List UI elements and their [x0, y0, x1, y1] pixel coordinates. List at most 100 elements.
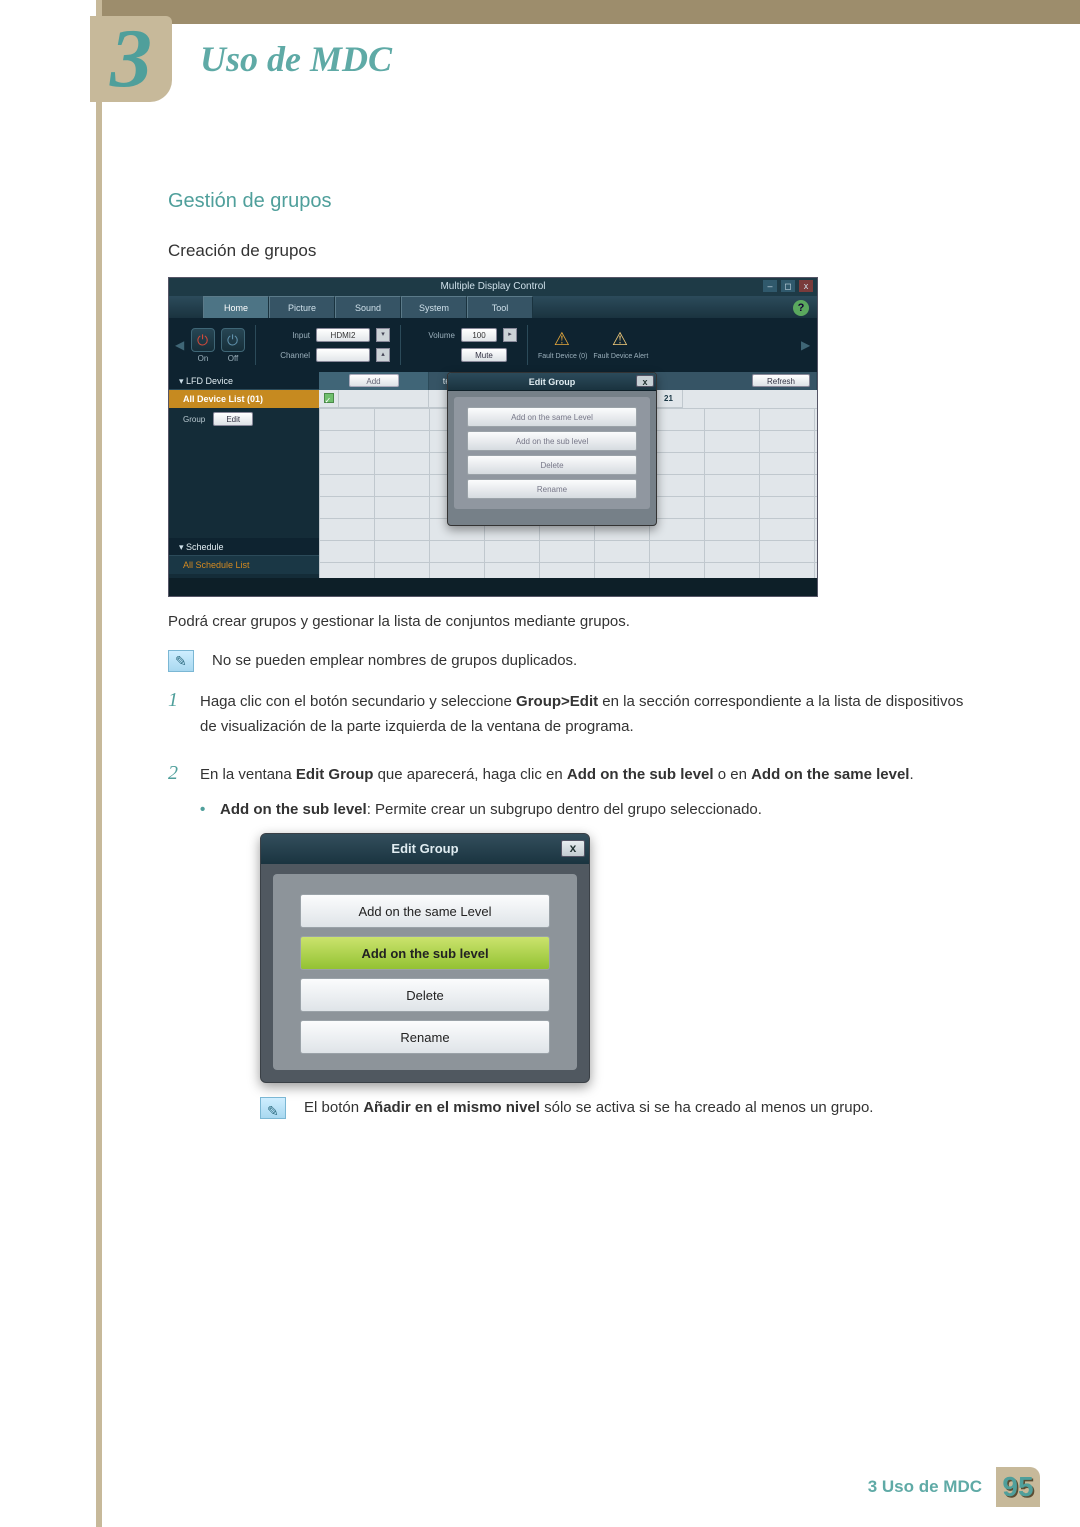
heading-3: Creación de grupos [168, 241, 968, 261]
popup-title: Edit Group x [448, 373, 656, 391]
nav-left-icon[interactable]: ◀ [175, 338, 185, 352]
tab-row: Home Picture Sound System Tool [169, 296, 817, 318]
text: . [909, 766, 913, 783]
group-label: Group [183, 415, 205, 424]
footer-text: 3 Uso de MDC [868, 1477, 982, 1497]
content-area: Gestión de grupos Creación de grupos Mul… [168, 190, 968, 1141]
step-1-body: Haga clic con el botón secundario y sele… [200, 689, 968, 740]
popup-add-same-level[interactable]: Add on the same Level [467, 407, 637, 427]
input-dropdown-icon[interactable]: ▾ [376, 328, 390, 342]
popup-delete[interactable]: Delete [467, 455, 637, 475]
popup-title-text: Edit Group [529, 377, 576, 387]
bold-text: Add on the same level [751, 766, 909, 783]
minimize-button[interactable]: – [763, 280, 777, 292]
fault-device-count[interactable]: Fault Device (0) [538, 331, 587, 360]
dialog-add-same-level[interactable]: Add on the same Level [300, 894, 550, 928]
help-icon[interactable]: ? [793, 300, 809, 316]
add-column: Add [319, 372, 429, 390]
bold-text: Add on the sub level [567, 766, 714, 783]
tab-tool[interactable]: Tool [467, 296, 533, 318]
bold-text: Group>Edit [516, 693, 598, 710]
dialog-body: Add on the same Level Add on the sub lev… [273, 874, 577, 1070]
fault-alert-label: Fault Device Alert [593, 353, 648, 360]
note-2-text: El botón Añadir en el mismo nivel sólo s… [304, 1097, 873, 1120]
dialog-title: Edit Group x [261, 834, 589, 864]
left-panel: LFD Device All Device List (01) Group Ed… [169, 372, 319, 578]
page-number: 95 [996, 1467, 1040, 1507]
volume-label: Volume [411, 331, 455, 340]
schedule-header[interactable]: Schedule [169, 538, 319, 556]
dialog-add-sub-level[interactable]: Add on the sub level [300, 936, 550, 970]
popup-close-button[interactable]: x [636, 375, 654, 387]
step-list: 1 Haga clic con el botón secundario y se… [168, 689, 968, 1120]
all-device-list[interactable]: All Device List (01) [169, 390, 319, 408]
window-controls: – ◻ x [763, 280, 813, 292]
text: sólo se activa si se ha creado al menos … [540, 1099, 874, 1116]
text: En la ventana [200, 766, 296, 783]
tab-home[interactable]: Home [203, 296, 269, 318]
tab-system[interactable]: System [401, 296, 467, 318]
toolbar: ◀ On Off Input HDMI2 ▾ Channel ▴ [169, 318, 817, 372]
dialog-title-text: Edit Group [391, 841, 458, 856]
power-off-label: Off [228, 354, 239, 363]
step-number: 1 [168, 689, 186, 740]
fault-count-label: Fault Device (0) [538, 353, 587, 360]
page-side-band [96, 0, 102, 1527]
popup-add-sub-level[interactable]: Add on the sub level [467, 431, 637, 451]
power-on-block[interactable]: On [191, 328, 215, 363]
step-2-bullet: • Add on the sub level: Permite crear un… [200, 797, 914, 823]
divider [255, 325, 256, 365]
input-value[interactable]: HDMI2 [316, 328, 370, 342]
power-on-label: On [198, 354, 209, 363]
close-button[interactable]: x [799, 280, 813, 292]
page-footer: 3 Uso de MDC 95 95 [868, 1467, 1040, 1507]
bullet-icon: • [200, 797, 210, 823]
chapter-title: Uso de MDC [200, 38, 392, 80]
window-title: Multiple Display Control – ◻ x [169, 278, 817, 296]
row-id [339, 390, 429, 408]
note-icon [168, 650, 194, 672]
channel-label: Channel [266, 351, 310, 360]
volume-step-icon[interactable]: ▸ [503, 328, 517, 342]
all-schedule-list[interactable]: All Schedule List [169, 556, 319, 574]
add-button[interactable]: Add [349, 374, 399, 387]
bold-text: Edit Group [296, 766, 374, 783]
popup-body: Add on the same Level Add on the sub lev… [454, 397, 650, 509]
bold-text: Añadir en el mismo nivel [363, 1099, 540, 1116]
text: El botón [304, 1099, 363, 1116]
text: o en [714, 766, 752, 783]
warning-icon [552, 331, 574, 351]
page-number-box: 95 95 [996, 1467, 1040, 1507]
app-title: Multiple Display Control [440, 281, 545, 292]
power-off-block[interactable]: Off [221, 328, 245, 363]
volume-value[interactable]: 100 [461, 328, 497, 342]
note-2: El botón Añadir en el mismo nivel sólo s… [260, 1097, 914, 1120]
dialog-close-button[interactable]: x [561, 840, 585, 857]
channel-stepper-icon[interactable]: ▴ [376, 348, 390, 362]
tab-picture[interactable]: Picture [269, 296, 335, 318]
note-1-text: No se pueden emplear nombres de grupos d… [212, 650, 577, 673]
dialog-delete[interactable]: Delete [300, 978, 550, 1012]
popup-rename[interactable]: Rename [467, 479, 637, 499]
edit-group-popup: Edit Group x Add on the same Level Add o… [447, 372, 657, 526]
input-label: Input [266, 331, 310, 340]
fault-device-alert[interactable]: Fault Device Alert [593, 331, 648, 360]
lfd-header[interactable]: LFD Device [169, 372, 319, 390]
alert-icon [610, 331, 632, 351]
tab-sound[interactable]: Sound [335, 296, 401, 318]
divider [527, 325, 528, 365]
mute-button[interactable]: Mute [461, 348, 507, 362]
power-on-icon [191, 328, 215, 352]
page-top-band [100, 0, 1080, 24]
row-checkbox[interactable] [324, 393, 334, 403]
refresh-button[interactable]: Refresh [752, 374, 810, 387]
nav-right-icon[interactable]: ▶ [801, 338, 811, 352]
text: : Permite crear un subgrupo dentro del g… [367, 801, 762, 818]
intro-paragraph: Podrá crear grupos y gestionar la lista … [168, 611, 968, 632]
dialog-rename[interactable]: Rename [300, 1020, 550, 1054]
step-2-body: En la ventana Edit Group que aparecerá, … [200, 762, 914, 1120]
chapter-number: 3 [90, 16, 172, 102]
channel-value[interactable] [316, 348, 370, 362]
group-edit-button[interactable]: Edit [213, 412, 253, 426]
maximize-button[interactable]: ◻ [781, 280, 795, 292]
